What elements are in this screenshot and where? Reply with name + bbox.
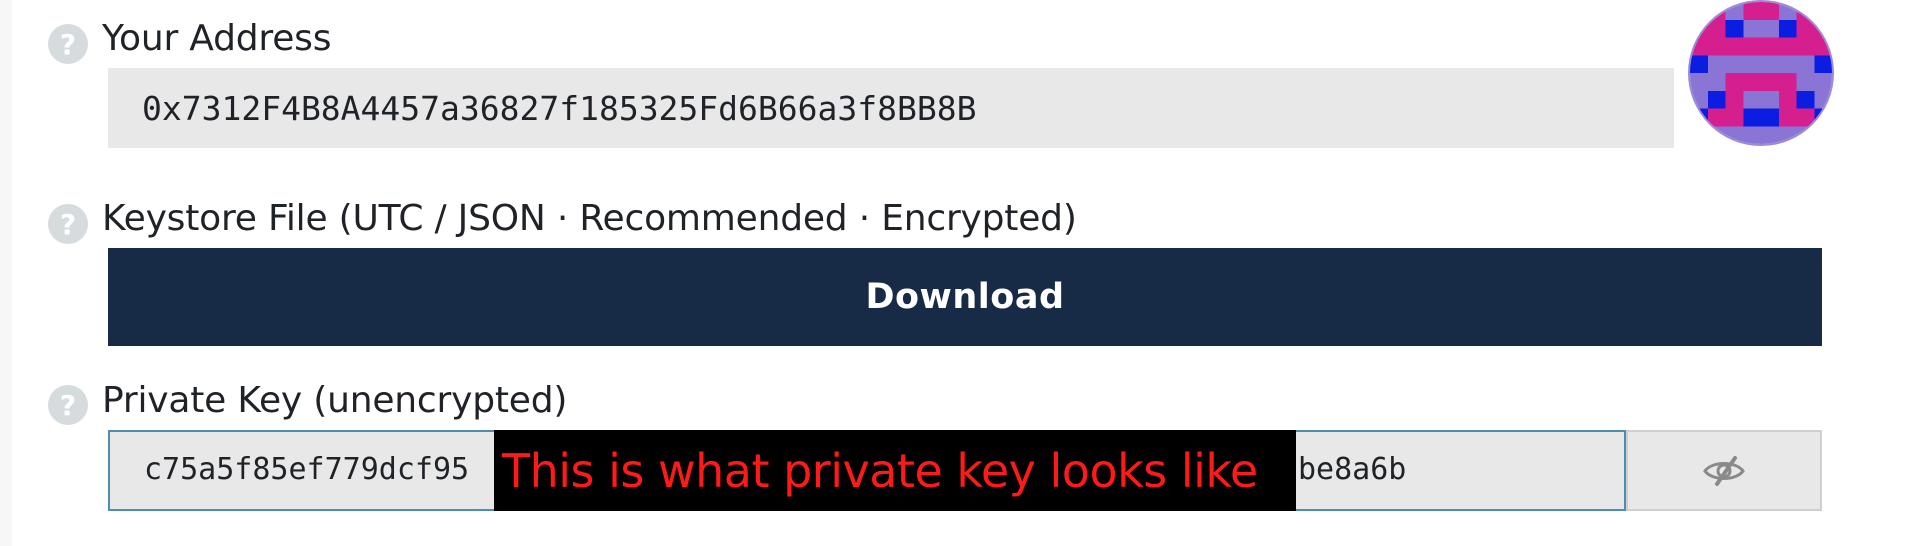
private-key-help-icon[interactable]: ? bbox=[48, 385, 88, 425]
toggle-visibility-button[interactable] bbox=[1626, 430, 1822, 511]
keystore-help-icon[interactable]: ? bbox=[48, 204, 88, 244]
identicon-avatar bbox=[1690, 2, 1832, 144]
download-keystore-button[interactable]: Download bbox=[108, 248, 1822, 346]
keystore-label: Keystore File (UTC / JSON · Recommended … bbox=[102, 198, 1077, 239]
address-field[interactable]: 0x7312F4B8A4457a36827f185325Fd6B66a3f8BB… bbox=[108, 68, 1674, 148]
address-help-icon[interactable]: ? bbox=[48, 24, 88, 64]
private-key-visible-start: c75a5f85ef779dcf95 bbox=[144, 452, 470, 487]
private-key-visible-end: be8a6b bbox=[1298, 452, 1407, 487]
address-label: Your Address bbox=[102, 18, 332, 59]
eye-slash-icon bbox=[1703, 455, 1745, 486]
private-key-overlay-caption: This is what private key looks like bbox=[494, 430, 1296, 511]
address-value: 0x7312F4B8A4457a36827f185325Fd6B66a3f8BB… bbox=[142, 88, 977, 128]
private-key-label: Private Key (unencrypted) bbox=[102, 380, 568, 421]
